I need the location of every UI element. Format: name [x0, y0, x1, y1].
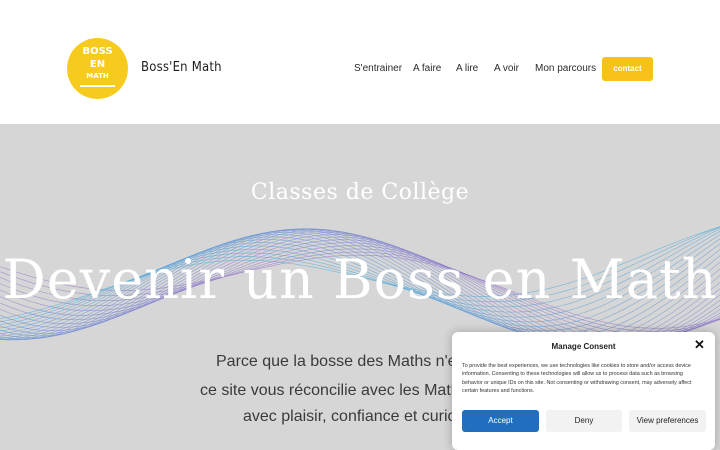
- hero-subtitle: Classes de Collège: [250, 180, 470, 205]
- accept-button[interactable]: Accept: [462, 410, 539, 432]
- hero-text-line-3: avec plaisir, confiance et curios: [243, 408, 465, 425]
- view-preferences-button[interactable]: View preferences: [629, 410, 706, 432]
- hero-title: Devenir un Boss en Math: [2, 248, 718, 311]
- hero-text-line-1: Parce que la bosse des Maths n'exi: [216, 353, 469, 370]
- nav-item-sentrainer[interactable]: S'entrainer: [354, 63, 402, 74]
- close-icon[interactable]: ✕: [694, 338, 705, 351]
- hero-text-line-2: ce site vous réconcilie avec les Mathé: [200, 382, 469, 399]
- logo-text-line2: EN: [89, 59, 106, 70]
- logo-text-line3: MATH: [86, 72, 109, 80]
- contact-button[interactable]: contact: [602, 57, 653, 81]
- nav-item-a-lire[interactable]: A lire: [456, 63, 478, 74]
- site-logo[interactable]: BOSS EN MATH: [67, 38, 128, 99]
- site-title[interactable]: Boss'En Math: [141, 60, 222, 75]
- site-header: BOSS EN MATH Boss'En Math S'entrainer A …: [0, 0, 720, 124]
- deny-button[interactable]: Deny: [546, 410, 622, 432]
- logo-underline: [80, 85, 115, 87]
- logo-text-line1: BOSS: [82, 46, 113, 57]
- nav-item-mon-parcours[interactable]: Mon parcours: [535, 63, 596, 74]
- cookie-consent-dialog: Manage Consent ✕ To provide the best exp…: [452, 332, 715, 450]
- nav-item-a-faire[interactable]: A faire: [413, 63, 441, 74]
- consent-title: Manage Consent: [551, 342, 616, 351]
- nav-item-a-voir[interactable]: A voir: [494, 63, 519, 74]
- consent-text: To provide the best experiences, we use …: [462, 363, 692, 395]
